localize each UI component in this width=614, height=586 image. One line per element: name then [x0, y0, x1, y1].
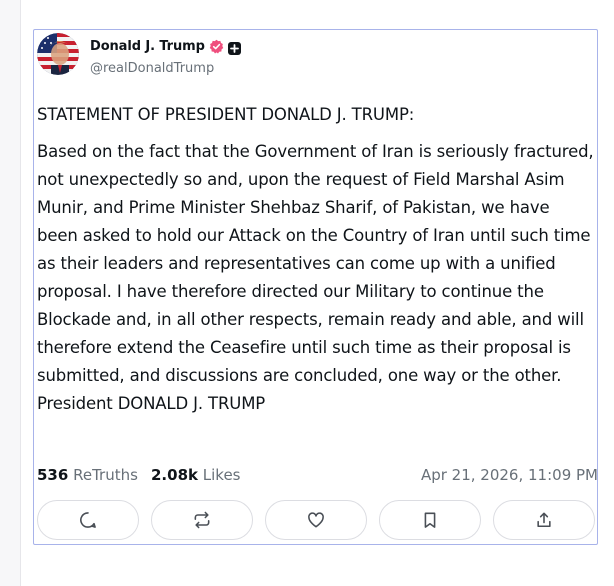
post-content: STATEMENT OF PRESIDENT DONALD J. TRUMP: … — [37, 101, 594, 418]
post-heading: STATEMENT OF PRESIDENT DONALD J. TRUMP: — [37, 105, 415, 124]
avatar-image — [37, 33, 79, 75]
reply-button[interactable] — [37, 500, 139, 540]
verified-badge-icon — [209, 39, 224, 54]
bookmark-button[interactable] — [379, 500, 481, 540]
post-actions — [37, 500, 598, 544]
post-text: Based on the fact that the Government of… — [37, 142, 594, 413]
likes-count: 2.08k — [151, 466, 198, 484]
author-display-name[interactable]: Donald J. Trump — [90, 39, 205, 54]
post-card[interactable]: Donald J. Trump @realDonaldTrump STATEME… — [33, 29, 598, 545]
reply-icon — [80, 512, 96, 528]
retruths-stat[interactable]: 536 ReTruths — [37, 463, 138, 487]
retruth-icon — [194, 511, 210, 529]
likes-stat[interactable]: 2.08k Likes — [151, 463, 241, 487]
like-icon — [308, 512, 324, 528]
share-button[interactable] — [493, 500, 595, 540]
retruths-count: 536 — [37, 466, 69, 484]
post-stats: 536 ReTruths 2.08k Likes Apr 21, 2026, 1… — [37, 463, 598, 487]
post-timestamp[interactable]: Apr 21, 2026, 11:09 PM — [421, 463, 598, 487]
share-icon — [537, 512, 551, 528]
left-sidebar-edge — [0, 0, 21, 586]
author-name-row: Donald J. Trump — [90, 37, 241, 55]
author-handle[interactable]: @realDonaldTrump — [90, 61, 214, 76]
plus-badge-icon — [227, 40, 241, 55]
bookmark-icon — [424, 512, 436, 528]
likes-label: Likes — [202, 466, 241, 484]
author-avatar[interactable] — [37, 33, 79, 75]
retruths-label: ReTruths — [73, 466, 138, 484]
like-button[interactable] — [265, 500, 367, 540]
retruth-button[interactable] — [151, 500, 253, 540]
